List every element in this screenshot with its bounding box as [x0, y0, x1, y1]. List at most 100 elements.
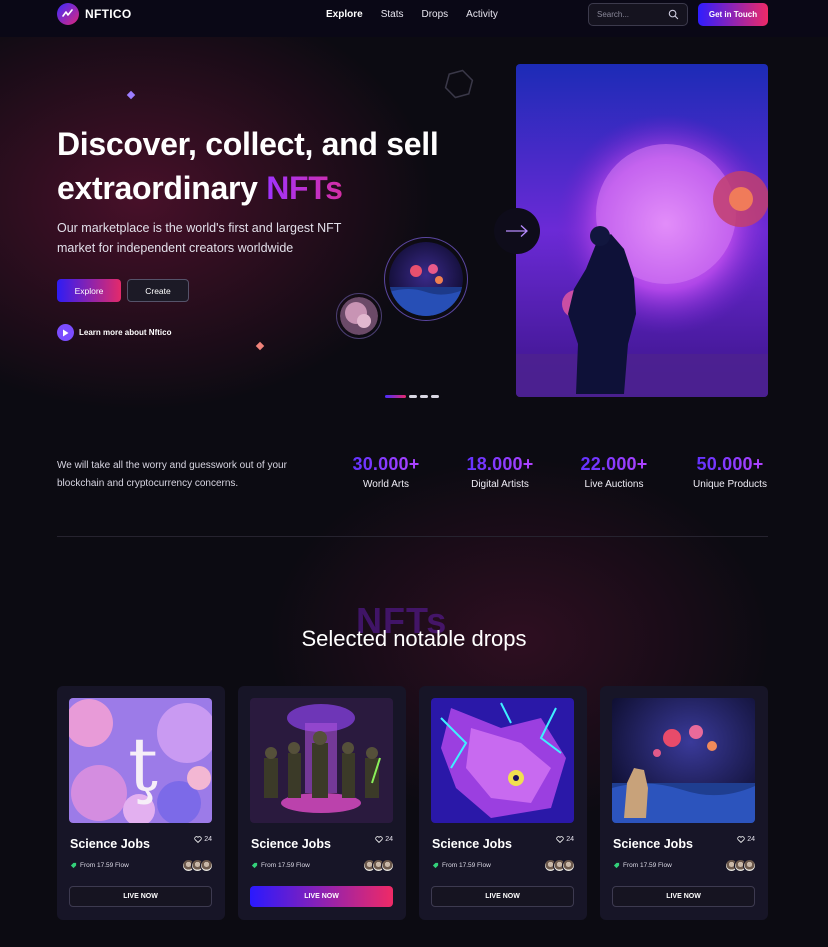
carousel-dot[interactable] — [431, 395, 439, 398]
price-tag-icon — [613, 862, 620, 869]
search-input[interactable] — [597, 10, 667, 19]
heart-icon — [556, 836, 564, 843]
live-now-button[interactable]: LIVE NOW — [612, 886, 755, 907]
avatar[interactable] — [562, 859, 575, 872]
nft-card-title: Science Jobs — [432, 837, 512, 851]
nft-artwork-image — [250, 698, 393, 823]
nft-card-owners — [182, 859, 213, 872]
heart-icon — [375, 836, 383, 843]
diamond-decoration-icon — [255, 341, 265, 351]
nft-thumbnail-image — [389, 242, 463, 316]
nft-card-owners — [725, 859, 756, 872]
price-tag-icon — [70, 862, 77, 869]
nft-card-price-text: From 17.59 Flow — [442, 862, 491, 869]
hero-artwork[interactable] — [516, 64, 768, 397]
explore-button[interactable]: Explore — [57, 279, 121, 302]
nav-activity[interactable]: Activity — [466, 9, 498, 20]
nft-card-title: Science Jobs — [251, 837, 331, 851]
hero-artwork-image — [516, 64, 768, 397]
price-tag-icon — [432, 862, 439, 869]
nft-card[interactable]: Science Jobs 24 From 17.59 Flow LIVE NOW — [238, 686, 406, 920]
nft-card-price-text: From 17.59 Flow — [261, 862, 310, 869]
nft-card-likes-count: 24 — [204, 836, 212, 843]
carousel-dot[interactable] — [409, 395, 417, 398]
search-icon[interactable] — [668, 9, 679, 20]
create-button[interactable]: Create — [127, 279, 189, 302]
hero-title: Discover, collect, and sell extraordinar… — [57, 122, 477, 210]
hero-title-prefix: extraordinary — [57, 170, 267, 206]
nft-card-image[interactable] — [250, 698, 393, 823]
stat-value: 18.000+ — [460, 454, 540, 475]
hero-subtitle: Our marketplace is the world's first and… — [57, 221, 342, 255]
stat-value: 50.000+ — [690, 454, 770, 475]
search-box — [588, 3, 688, 26]
price-tag-icon — [251, 862, 258, 869]
nft-card-image[interactable]: ţ — [69, 698, 212, 823]
nav-explore[interactable]: Explore — [326, 9, 363, 20]
nav-stats[interactable]: Stats — [381, 9, 404, 20]
learn-more-label: Learn more about Nftico — [79, 328, 172, 337]
nft-card-owners — [363, 859, 394, 872]
nft-card-price: From 17.59 Flow — [251, 862, 310, 869]
stat-label: Unique Products — [693, 479, 767, 490]
nft-card-title: Science Jobs — [613, 837, 693, 851]
heart-icon — [737, 836, 745, 843]
nft-card[interactable]: ţ Science Jobs 24 From 17.59 Flow LIVE N… — [57, 686, 225, 920]
live-now-button[interactable]: LIVE NOW — [69, 886, 212, 907]
nft-card-price: From 17.59 Flow — [70, 862, 129, 869]
nft-thumbnail-image — [340, 297, 378, 335]
nft-card-likes[interactable]: 24 — [194, 836, 212, 843]
stat-digital-artists: 18.000+ Digital Artists — [460, 454, 540, 490]
section-title: Selected notable drops — [301, 626, 527, 651]
nft-card-title: Science Jobs — [70, 837, 150, 851]
hexagon-decoration-icon — [444, 69, 474, 99]
avatar[interactable] — [743, 859, 756, 872]
nft-card-price: From 17.59 Flow — [432, 862, 491, 869]
nft-card-image[interactable] — [431, 698, 574, 823]
nft-artwork-image — [431, 698, 574, 823]
nft-card[interactable]: Science Jobs 24 From 17.59 Flow LIVE NOW — [600, 686, 768, 920]
avatar[interactable] — [200, 859, 213, 872]
nft-card-likes[interactable]: 24 — [556, 836, 574, 843]
carousel-dot[interactable] — [420, 395, 428, 398]
hero-title-line1: Discover, collect, and sell — [57, 126, 439, 162]
carousel-indicators — [385, 395, 439, 398]
nft-artwork-image: ţ — [69, 698, 212, 823]
nft-card-likes[interactable]: 24 — [737, 836, 755, 843]
learn-more-link[interactable]: Learn more about Nftico — [57, 324, 171, 341]
hero-title-accent: NFTs — [266, 170, 343, 206]
section-divider — [57, 536, 768, 537]
nft-card-owners — [544, 859, 575, 872]
nft-card-likes-count: 24 — [385, 836, 393, 843]
nft-card-image[interactable] — [612, 698, 755, 823]
nft-artwork-image — [612, 698, 755, 823]
stat-label: Live Auctions — [584, 479, 644, 490]
svg-text:ţ: ţ — [128, 722, 158, 808]
nav-drops[interactable]: Drops — [421, 9, 448, 20]
avatar[interactable] — [381, 859, 394, 872]
arrow-right-icon — [506, 225, 528, 237]
nft-card[interactable]: Science Jobs 24 From 17.59 Flow LIVE NOW — [419, 686, 587, 920]
carousel-next-button[interactable] — [494, 208, 540, 254]
stat-world-arts: 30.000+ World Arts — [346, 454, 426, 490]
nft-card-price: From 17.59 Flow — [613, 862, 672, 869]
stat-live-auctions: 22.000+ Live Auctions — [574, 454, 654, 490]
logo[interactable]: NFTICO — [57, 3, 131, 25]
logo-text: NFTICO — [85, 7, 132, 21]
nft-card-likes-count: 24 — [566, 836, 574, 843]
live-now-button[interactable]: LIVE NOW — [250, 886, 393, 907]
diamond-decoration-icon — [126, 90, 136, 100]
live-now-button[interactable]: LIVE NOW — [431, 886, 574, 907]
play-icon[interactable] — [57, 324, 74, 341]
stat-value: 30.000+ — [346, 454, 426, 475]
featured-thumbnail-large[interactable] — [384, 237, 468, 321]
heart-icon — [194, 836, 202, 843]
featured-thumbnail-small[interactable] — [336, 293, 382, 339]
logo-mark-icon — [57, 3, 79, 25]
carousel-dot[interactable] — [385, 395, 406, 398]
nft-card-price-text: From 17.59 Flow — [80, 862, 129, 869]
main-nav: Explore Stats Drops Activity — [326, 9, 516, 20]
stats-description: We will take all the worry and guesswork… — [57, 460, 287, 489]
get-in-touch-button[interactable]: Get in Touch — [698, 3, 768, 26]
nft-card-likes[interactable]: 24 — [375, 836, 393, 843]
